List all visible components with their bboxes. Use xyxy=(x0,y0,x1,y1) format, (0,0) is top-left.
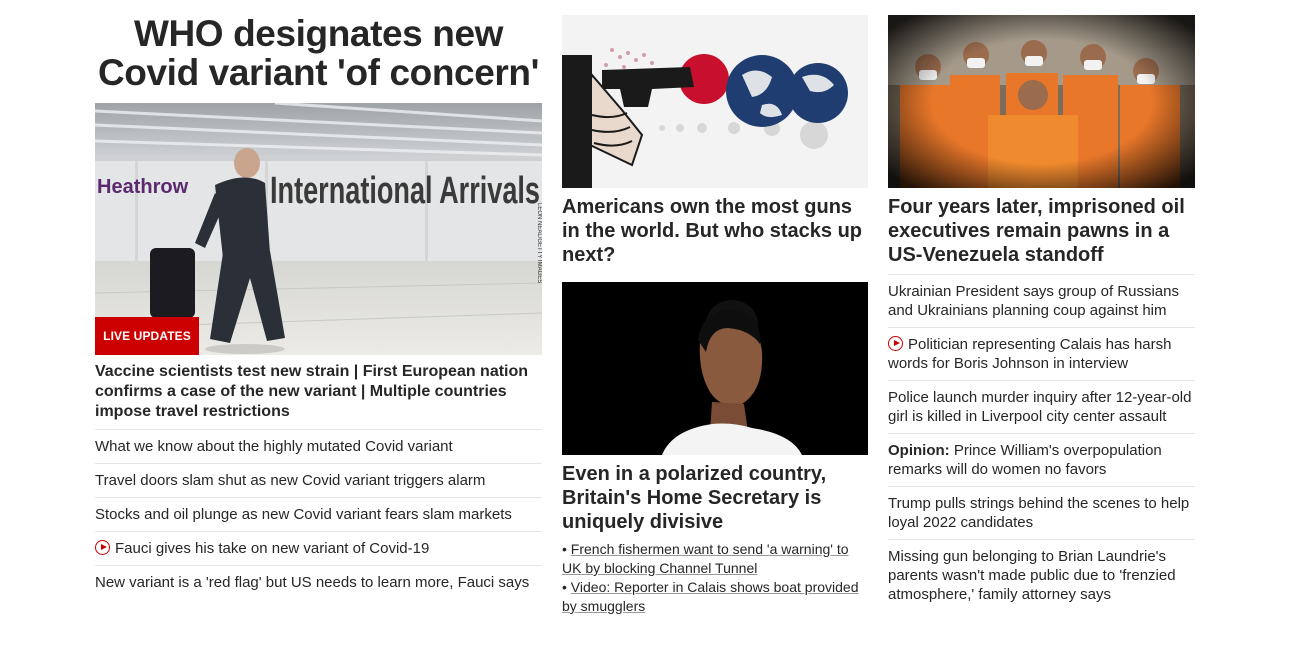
home-secretary-headline[interactable]: Even in a polarized country, Britain's H… xyxy=(562,462,868,534)
guns-headline[interactable]: Americans own the most guns in the world… xyxy=(562,195,868,267)
right-link[interactable]: Ukrainian President says group of Russia… xyxy=(888,274,1195,327)
related-link[interactable]: Travel doors slam shut as new Covid vari… xyxy=(95,463,542,497)
prisoners-photo xyxy=(888,15,1195,188)
related-link[interactable]: New variant is a 'red flag' but US needs… xyxy=(95,565,542,599)
related-links-list: What we know about the highly mutated Co… xyxy=(95,429,542,599)
hero-image[interactable]: Heathrow International Arrivals LEON NEA… xyxy=(95,103,542,355)
main-headline[interactable]: WHO designates new Covid variant 'of con… xyxy=(95,14,542,92)
related-link[interactable]: Stocks and oil plunge as new Covid varia… xyxy=(95,497,542,531)
svg-text:International Arrivals: International Arrivals xyxy=(270,170,540,212)
sublink[interactable]: • Video: Reporter in Calais shows boat p… xyxy=(562,578,868,616)
right-link[interactable]: Trump pulls strings behind the scenes to… xyxy=(888,486,1195,539)
related-link-video[interactable]: Fauci gives his take on new variant of C… xyxy=(95,531,542,565)
right-links-list: Ukrainian President says group of Russia… xyxy=(888,274,1195,607)
gun-globe-illustration xyxy=(562,15,868,188)
video-play-icon xyxy=(888,336,903,351)
right-link-opinion[interactable]: Opinion: Prince William's overpopulation… xyxy=(888,433,1195,486)
home-secretary-sublinks: • French fishermen want to send 'a warni… xyxy=(562,540,868,616)
oil-executives-headline[interactable]: Four years later, imprisoned oil executi… xyxy=(888,195,1195,267)
right-link-video[interactable]: Politician representing Calais has harsh… xyxy=(888,327,1195,380)
svg-text:Heathrow: Heathrow xyxy=(97,176,189,198)
right-link[interactable]: Missing gun belonging to Brian Laundrie'… xyxy=(888,539,1195,607)
related-link[interactable]: What we know about the highly mutated Co… xyxy=(95,429,542,463)
video-play-icon xyxy=(95,540,110,555)
guns-world-image[interactable] xyxy=(562,15,868,188)
photo-credit: LEON NEAL/GETTY IMAGES xyxy=(536,203,542,283)
right-link[interactable]: Police launch murder inquiry after 12-ye… xyxy=(888,380,1195,433)
lead-story-summary[interactable]: Vaccine scientists test new strain | Fir… xyxy=(95,362,542,422)
home-secretary-image[interactable] xyxy=(562,282,868,455)
sublink[interactable]: • French fishermen want to send 'a warni… xyxy=(562,540,868,578)
oil-executives-image[interactable] xyxy=(888,15,1195,188)
opinion-label: Opinion: xyxy=(888,442,950,459)
home-secretary-photo xyxy=(562,282,868,455)
live-updates-badge[interactable]: LIVE UPDATES xyxy=(95,317,199,355)
